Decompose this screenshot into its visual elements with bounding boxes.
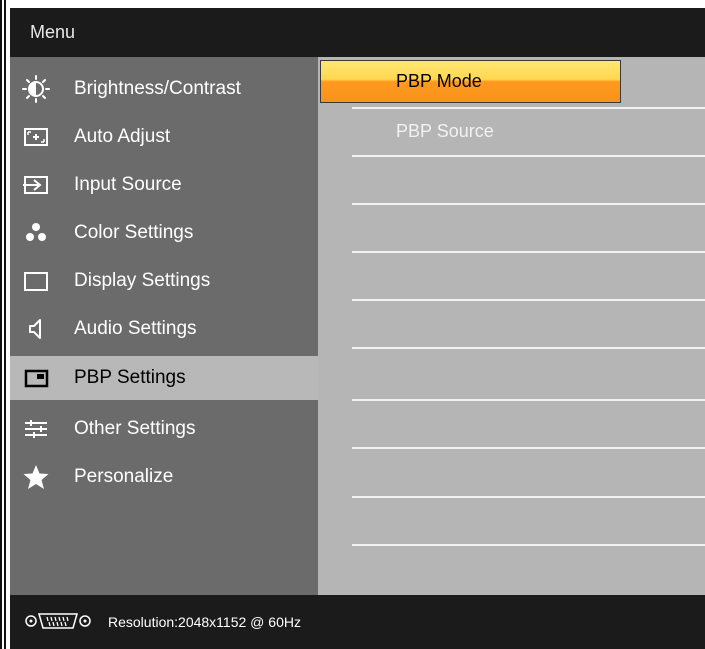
submenu-item-pbp-source[interactable]: PBP Source xyxy=(396,121,494,142)
menu-title: Menu xyxy=(30,22,76,42)
speaker-icon xyxy=(29,319,41,339)
submenu-divider xyxy=(352,496,705,498)
sidebar-item-label: Color Settings xyxy=(74,222,194,243)
sidebar-item-brightness-contrast[interactable]: Brightness/Contrast xyxy=(10,67,318,111)
submenu-divider xyxy=(352,347,705,349)
color-settings-icon xyxy=(26,223,46,241)
status-bar: Resolution:2048x1152 @ 60Hz xyxy=(10,595,705,649)
sidebar-item-color-settings[interactable]: Color Settings xyxy=(10,211,318,255)
osd-menu-window: Menu Brightness/Contrast Auto Adjust Inp… xyxy=(10,8,705,649)
sidebar-item-input-source[interactable]: Input Source xyxy=(10,163,318,207)
submenu-divider xyxy=(352,251,705,253)
main-menu-sidebar: Brightness/Contrast Auto Adjust Input So… xyxy=(10,57,318,595)
sidebar-item-label: Audio Settings xyxy=(74,318,197,339)
menu-header: Menu xyxy=(10,8,705,57)
submenu-divider xyxy=(352,155,705,157)
sidebar-item-label: PBP Settings xyxy=(74,367,186,388)
sidebar-item-other-settings[interactable]: Other Settings xyxy=(10,407,318,451)
resolution-status: Resolution:2048x1152 @ 60Hz xyxy=(108,614,301,630)
brightness-icon xyxy=(22,75,50,103)
submenu-divider xyxy=(352,299,705,301)
vga-connector-icon xyxy=(25,613,91,629)
left-border-line xyxy=(4,0,6,649)
auto-adjust-icon xyxy=(24,128,48,146)
sliders-icon xyxy=(25,420,47,438)
sidebar-item-display-settings[interactable]: Display Settings xyxy=(10,259,318,303)
sidebar-item-label: Brightness/Contrast xyxy=(74,78,241,99)
sidebar-item-label: Input Source xyxy=(74,174,182,195)
sidebar-item-label: Auto Adjust xyxy=(74,126,171,147)
submenu-divider xyxy=(352,447,705,449)
star-icon xyxy=(23,465,49,489)
submenu-panel: PBP Mode PBP Source xyxy=(318,57,705,595)
pbp-icon xyxy=(24,369,49,388)
submenu-divider xyxy=(352,544,705,546)
submenu-divider xyxy=(352,203,705,205)
sidebar-item-label: Personalize xyxy=(74,466,174,487)
sidebar-item-label: Display Settings xyxy=(74,270,211,291)
sidebar-item-label: Other Settings xyxy=(74,418,196,439)
display-settings-icon xyxy=(24,272,48,291)
submenu-item-pbp-mode[interactable]: PBP Mode xyxy=(396,71,482,92)
sidebar-item-pbp-settings[interactable]: PBP Settings xyxy=(10,356,318,400)
sidebar-item-audio-settings[interactable]: Audio Settings xyxy=(10,307,318,351)
submenu-divider xyxy=(352,399,705,401)
left-border-line xyxy=(0,0,2,649)
sidebar-item-auto-adjust[interactable]: Auto Adjust xyxy=(10,115,318,159)
sidebar-item-personalize[interactable]: Personalize xyxy=(10,455,318,499)
input-source-icon xyxy=(23,176,48,194)
submenu-divider xyxy=(352,107,705,109)
